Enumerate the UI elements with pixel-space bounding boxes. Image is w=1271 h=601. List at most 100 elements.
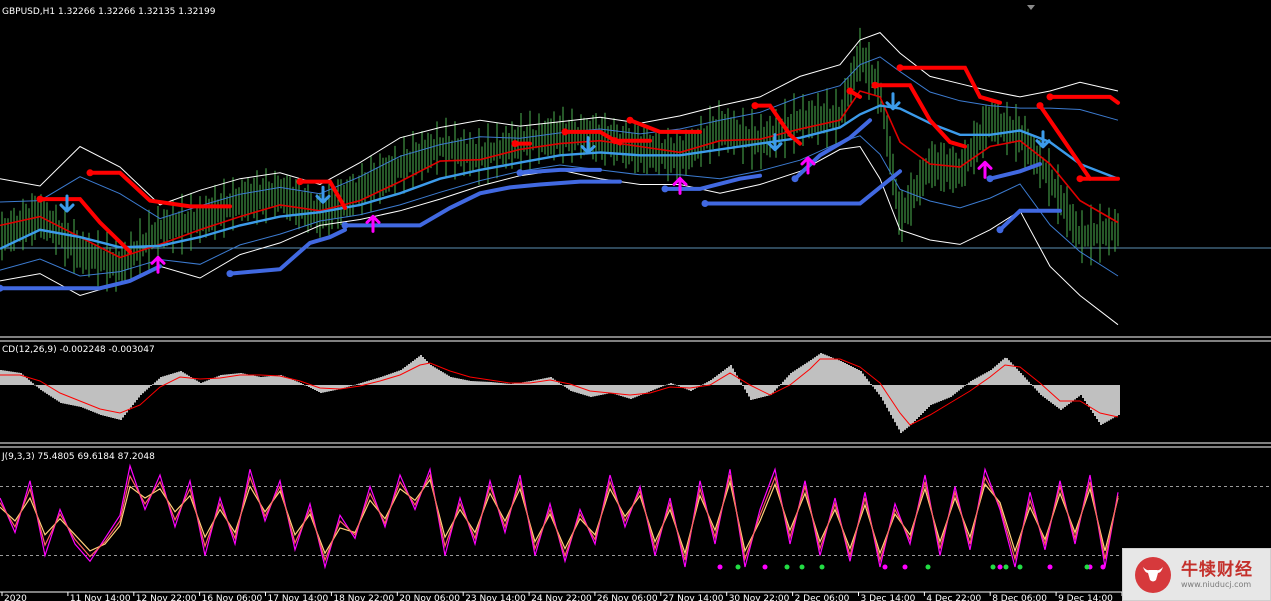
macd-bar [958,385,960,391]
macd-bar [1026,379,1028,385]
macd-bar [122,385,124,418]
macd-bar [808,361,810,385]
macd-bar [478,381,480,385]
macd-bar [1096,385,1098,419]
macd-bar [484,381,486,385]
macd-bar [564,385,566,387]
x-tick-label: 24 Nov 22:00 [531,594,592,601]
macd-bar [680,385,682,387]
x-tick-label: 2 Dec 06:00 [795,594,850,601]
macd-bar [330,385,332,391]
macd-bar [598,385,600,396]
x-tick-label: 30 Nov 22:00 [729,594,790,601]
macd-bar [200,383,202,385]
macd-bar [1080,385,1082,395]
macd-bar [558,382,560,385]
macd-bar [932,385,934,405]
macd-bar [996,364,998,385]
macd-bar [36,385,38,387]
x-tick-label: 17 Nov 14:00 [268,594,329,601]
stop-down-dot [561,128,569,136]
macd-bar [972,379,974,385]
macd-bar [728,366,730,385]
macd-bar [208,379,210,385]
macd-bar [1048,385,1050,401]
kdj-signal-dot [1003,564,1009,570]
macd-bar [102,385,104,416]
stop-up-dot [516,169,524,177]
macd-bar [542,378,544,385]
macd-bar [602,385,604,395]
macd-bar [928,385,930,407]
macd-bar [1074,385,1076,400]
macd-bar [960,385,962,389]
macd-bar [798,367,800,385]
macd-bar [476,381,478,385]
macd-bar [276,375,278,385]
macd-bar [390,373,392,385]
macd-bar [678,385,680,387]
macd-bar [438,369,440,385]
macd-bar [90,385,92,411]
macd-bar [226,374,228,385]
macd-bar [430,365,432,385]
macd-bar [898,385,900,430]
macd-bar [450,377,452,385]
macd-bar [426,361,428,385]
trading-chart[interactable]: GBPUSD,H1 1.32266 1.32266 1.32135 1.3219… [0,0,1271,601]
macd-bar [806,362,808,385]
watermark-name: 牛犊财经 [1181,560,1253,580]
macd-header: CD(12,26,9) -0.002248 -0.003047 [2,345,155,355]
macd-bar [740,382,742,385]
macd-bar [1012,364,1014,385]
macd-bar [870,384,872,385]
macd-bar [38,385,40,389]
macd-bar [290,379,292,385]
macd-bar [1072,385,1074,401]
macd-bar [262,376,264,385]
macd-bar [346,385,348,388]
macd-bar [84,385,86,409]
macd-bar [138,385,140,398]
macd-bar [480,381,482,385]
macd-bar [1040,385,1042,395]
macd-bar [394,372,396,385]
macd-bar [1014,366,1016,385]
macd-bar [98,385,100,415]
macd-bar [202,382,204,385]
macd-bar [706,382,708,385]
macd-bar [834,358,836,385]
stop-down-dot [1036,102,1044,110]
macd-bar [408,364,410,385]
macd-bar [822,353,824,385]
macd-bar [578,385,580,394]
macd-bar [148,385,150,388]
stop-down-dot [611,137,619,145]
macd-bar [204,381,206,385]
macd-bar [566,385,568,389]
macd-bar [612,385,614,394]
macd-bar [918,385,920,417]
macd-bar [130,385,132,408]
macd-bar [1082,385,1084,398]
macd-bar [1110,385,1112,420]
macd-bar [934,385,936,404]
macd-bar [954,385,956,394]
macd-bar [650,385,652,391]
macd-bar [482,381,484,385]
x-tick-label: 27 Nov 14:00 [663,594,724,601]
macd-bar [344,385,346,388]
macd-bar [828,356,830,385]
macd-bar [940,385,942,401]
kdj-signal-dot [784,564,790,570]
macd-bar [386,374,388,385]
macd-bar [1038,385,1040,393]
stop-down-dot [896,64,904,72]
macd-bar [436,368,438,385]
watermark: 牛犊财经 www.niuducj.com [1122,548,1271,601]
macd-bar [502,383,504,385]
macd-bar [794,370,796,385]
macd-bar [868,381,870,385]
stop-down-dot [296,178,304,186]
macd-bar [646,385,648,393]
